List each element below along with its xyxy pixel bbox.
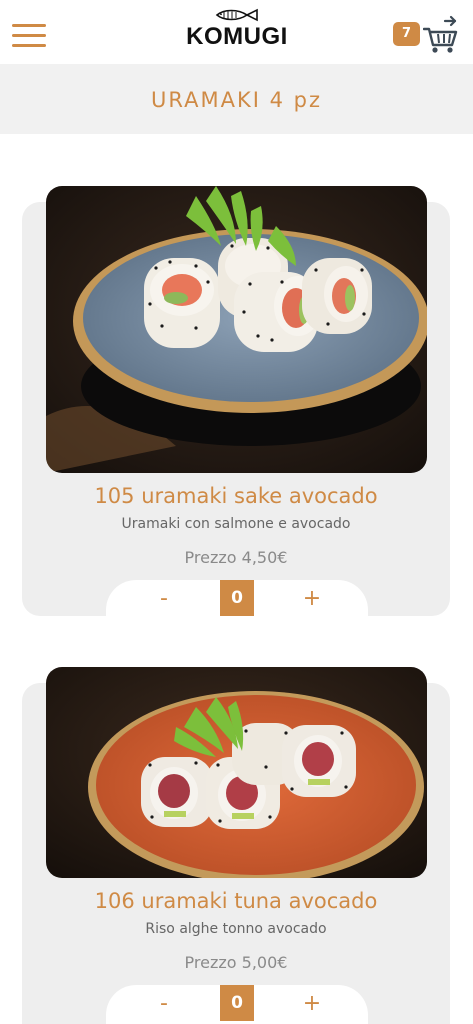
fish-logo-icon [215, 8, 258, 22]
product-price: Prezzo 5,00€ [184, 953, 288, 972]
quantity-value: 0 [220, 580, 254, 616]
product-title[interactable]: 106 uramaki tuna avocado [22, 889, 450, 913]
product-card: 105 uramaki sake avocado Uramaki con sal… [22, 186, 450, 630]
hamburger-menu-icon[interactable] [12, 24, 46, 47]
product-image[interactable] [46, 186, 427, 473]
cart-count-badge: 7 [393, 22, 420, 46]
increase-quantity-button[interactable]: + [292, 584, 332, 614]
tuna-uramaki-photo [46, 667, 427, 878]
shopping-cart-icon [423, 15, 458, 53]
product-image[interactable] [46, 667, 427, 878]
product-price: Prezzo 4,50€ [184, 548, 288, 567]
increase-quantity-button[interactable]: + [292, 989, 332, 1019]
decrease-quantity-button[interactable]: - [144, 989, 184, 1019]
category-title: URAMAKI 4 pz [151, 88, 322, 112]
category-header: URAMAKI 4 pz [0, 64, 473, 134]
quantity-stepper: - 0 + [106, 985, 368, 1024]
brand-logo[interactable]: KOMUGI [180, 8, 294, 56]
app-header: KOMUGI 7 [0, 0, 473, 64]
brand-name: KOMUGI [186, 23, 288, 50]
product-description: Riso alghe tonno avocado [145, 921, 327, 937]
cart-button[interactable]: 7 [393, 14, 459, 56]
product-card: 106 uramaki tuna avocado Riso alghe tonn… [22, 667, 450, 1024]
product-title[interactable]: 105 uramaki sake avocado [22, 484, 450, 508]
product-description: Uramaki con salmone e avocado [121, 516, 351, 532]
quantity-stepper: - 0 + [106, 580, 368, 630]
quantity-value: 0 [220, 985, 254, 1021]
salmon-uramaki-photo [46, 186, 427, 473]
decrease-quantity-button[interactable]: - [144, 584, 184, 614]
